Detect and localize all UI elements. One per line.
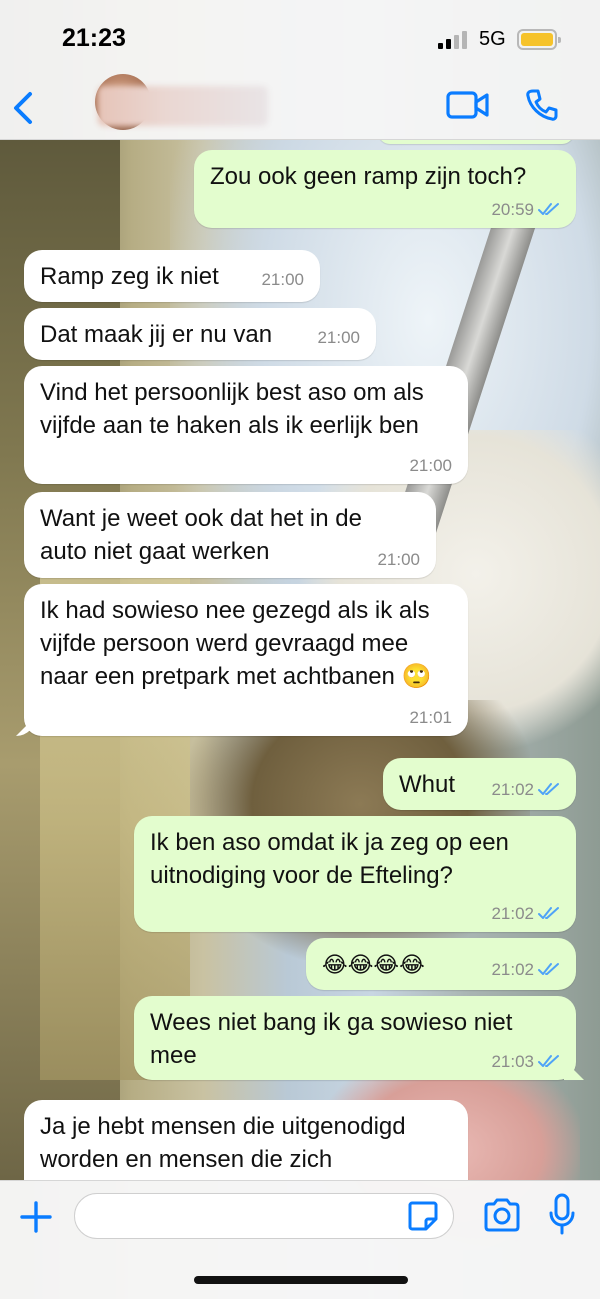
- chat-header: 21:23 5G: [0, 0, 600, 140]
- sticker-button[interactable]: [406, 1199, 440, 1233]
- message-time: 21:01: [409, 708, 452, 727]
- message-time: 21:02: [491, 780, 534, 799]
- message-time: 21:00: [409, 456, 452, 475]
- status-time: 21:23: [62, 24, 126, 52]
- message-bubble-outgoing[interactable]: Zou ook geen ramp zijn toch? 20:59: [194, 150, 576, 228]
- message-text: Ja je hebt mensen die uitgenodigd worden…: [40, 1113, 406, 1173]
- microphone-icon: [549, 1193, 575, 1235]
- message-bubble-incoming[interactable]: Ik had sowieso nee gezegd als ik als vij…: [16, 584, 468, 736]
- message-time: 21:00: [261, 270, 304, 289]
- voice-call-button[interactable]: [525, 88, 559, 122]
- message-bubble-incoming[interactable]: Dat maak jij er nu van 21:00: [24, 308, 376, 360]
- message-bubble-partial: [378, 140, 574, 144]
- network-type: 5G: [479, 28, 506, 50]
- message-time: 20:59: [491, 200, 534, 219]
- video-camera-icon: [446, 91, 489, 119]
- message-input[interactable]: [74, 1193, 454, 1239]
- message-text: Zou ook geen ramp zijn toch?: [210, 163, 527, 190]
- home-indicator[interactable]: [194, 1276, 408, 1284]
- message-text: Ik ben aso omdat ik ja zeg op een uitnod…: [150, 829, 509, 889]
- message-bubble-outgoing[interactable]: 😂😂😂😂 21:02: [306, 938, 576, 990]
- message-text: Ik had sowieso nee gezegd als ik als vij…: [40, 597, 432, 690]
- message-time: 21:00: [377, 550, 420, 569]
- double-check-icon: [538, 783, 559, 795]
- bubble-tail: [564, 1060, 584, 1080]
- chevron-left-icon: [14, 92, 32, 124]
- sticker-icon: [408, 1201, 438, 1231]
- camera-button[interactable]: [482, 1197, 522, 1233]
- message-bubble-incoming[interactable]: Want je weet ook dat het in de auto niet…: [24, 492, 436, 578]
- message-list[interactable]: Zou ook geen ramp zijn toch? 20:59 Ramp …: [0, 140, 600, 1180]
- plus-icon: [20, 1201, 52, 1233]
- back-button[interactable]: [8, 88, 40, 128]
- double-check-icon: [538, 907, 559, 919]
- contact-name-redacted[interactable]: [98, 86, 268, 126]
- camera-icon: [484, 1198, 520, 1232]
- message-bubble-incoming[interactable]: Vind het persoonlijk best aso om als vij…: [24, 366, 468, 484]
- signal-strength-icon: [438, 31, 468, 49]
- phone-icon: [526, 89, 558, 121]
- message-time: 21:00: [317, 328, 360, 347]
- message-time: 21:02: [491, 960, 534, 979]
- message-bubble-incoming[interactable]: Ja je hebt mensen die uitgenodigd worden…: [24, 1100, 468, 1180]
- bubble-tail: [16, 716, 36, 736]
- double-check-icon: [538, 203, 559, 215]
- message-text: Want je weet ook dat het in de auto niet…: [40, 505, 362, 565]
- battery-icon: [517, 29, 561, 50]
- attach-button[interactable]: [16, 1197, 56, 1237]
- message-bubble-outgoing[interactable]: Ik ben aso omdat ik ja zeg op een uitnod…: [134, 816, 576, 932]
- message-bubble-incoming[interactable]: Ramp zeg ik niet 21:00: [24, 250, 320, 302]
- double-check-icon: [538, 963, 559, 975]
- microphone-button[interactable]: [548, 1193, 576, 1237]
- message-time: 21:03: [491, 1052, 534, 1071]
- message-text: Vind het persoonlijk best aso om als vij…: [40, 379, 424, 439]
- double-check-icon: [538, 1055, 559, 1067]
- message-text: Dat maak jij er nu van: [40, 321, 273, 348]
- message-bubble-outgoing[interactable]: Whut 21:02: [383, 758, 576, 810]
- message-time: 21:02: [491, 904, 534, 923]
- message-bubble-outgoing[interactable]: Wees niet bang ik ga sowieso niet mee 21…: [134, 996, 584, 1080]
- video-call-button[interactable]: [446, 90, 490, 120]
